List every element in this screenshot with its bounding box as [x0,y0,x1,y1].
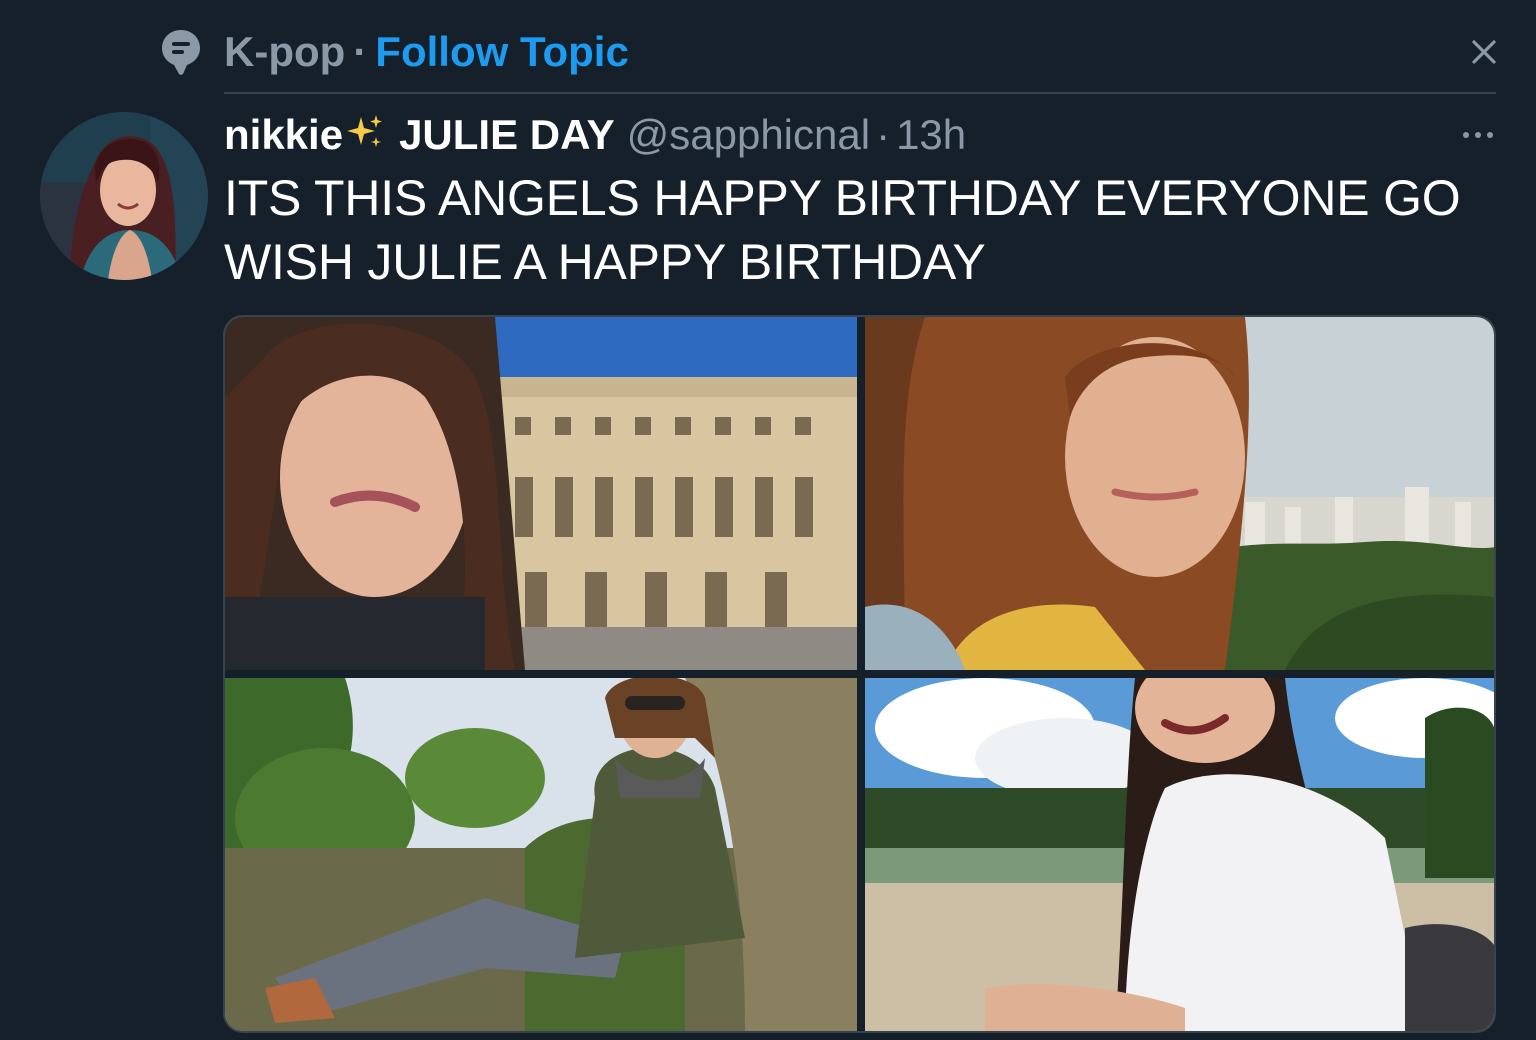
topic-bubble-icon [160,28,202,76]
header-separator: · [876,111,891,158]
avatar[interactable] [40,112,208,280]
tweet-header: nikkie JULIE DAY @sapphicnal · 13h [224,110,966,160]
more-icon[interactable] [1458,120,1498,150]
timestamp[interactable]: 13h [896,111,966,158]
user-handle[interactable]: @sapphicnal [627,111,870,158]
topic-separator: · [353,28,368,75]
photo-4-image [865,678,1494,1031]
photo-1[interactable] [225,317,857,670]
tweet-text: ITS THIS ANGELS HAPPY BIRTHDAY EVERYONE … [224,170,1461,290]
display-name-part-2[interactable]: JULIE DAY [399,111,615,158]
photo-3[interactable] [225,678,857,1031]
photo-3-image [225,678,857,1031]
follow-topic-button[interactable]: Follow Topic [375,28,629,75]
display-name-part-1[interactable]: nikkie [224,111,343,158]
close-icon[interactable] [1466,34,1502,70]
sparkles-icon [345,113,385,153]
photo-2-image [865,317,1494,670]
topic-line: K-pop · Follow Topic [224,28,629,76]
photo-4[interactable] [865,678,1494,1031]
topic-name[interactable]: K-pop [224,28,345,75]
photo-2[interactable] [865,317,1494,670]
topic-bar: K-pop · Follow Topic [0,0,1536,92]
media-grid [223,315,1496,1033]
divider [224,92,1496,94]
photo-1-image [225,317,857,670]
